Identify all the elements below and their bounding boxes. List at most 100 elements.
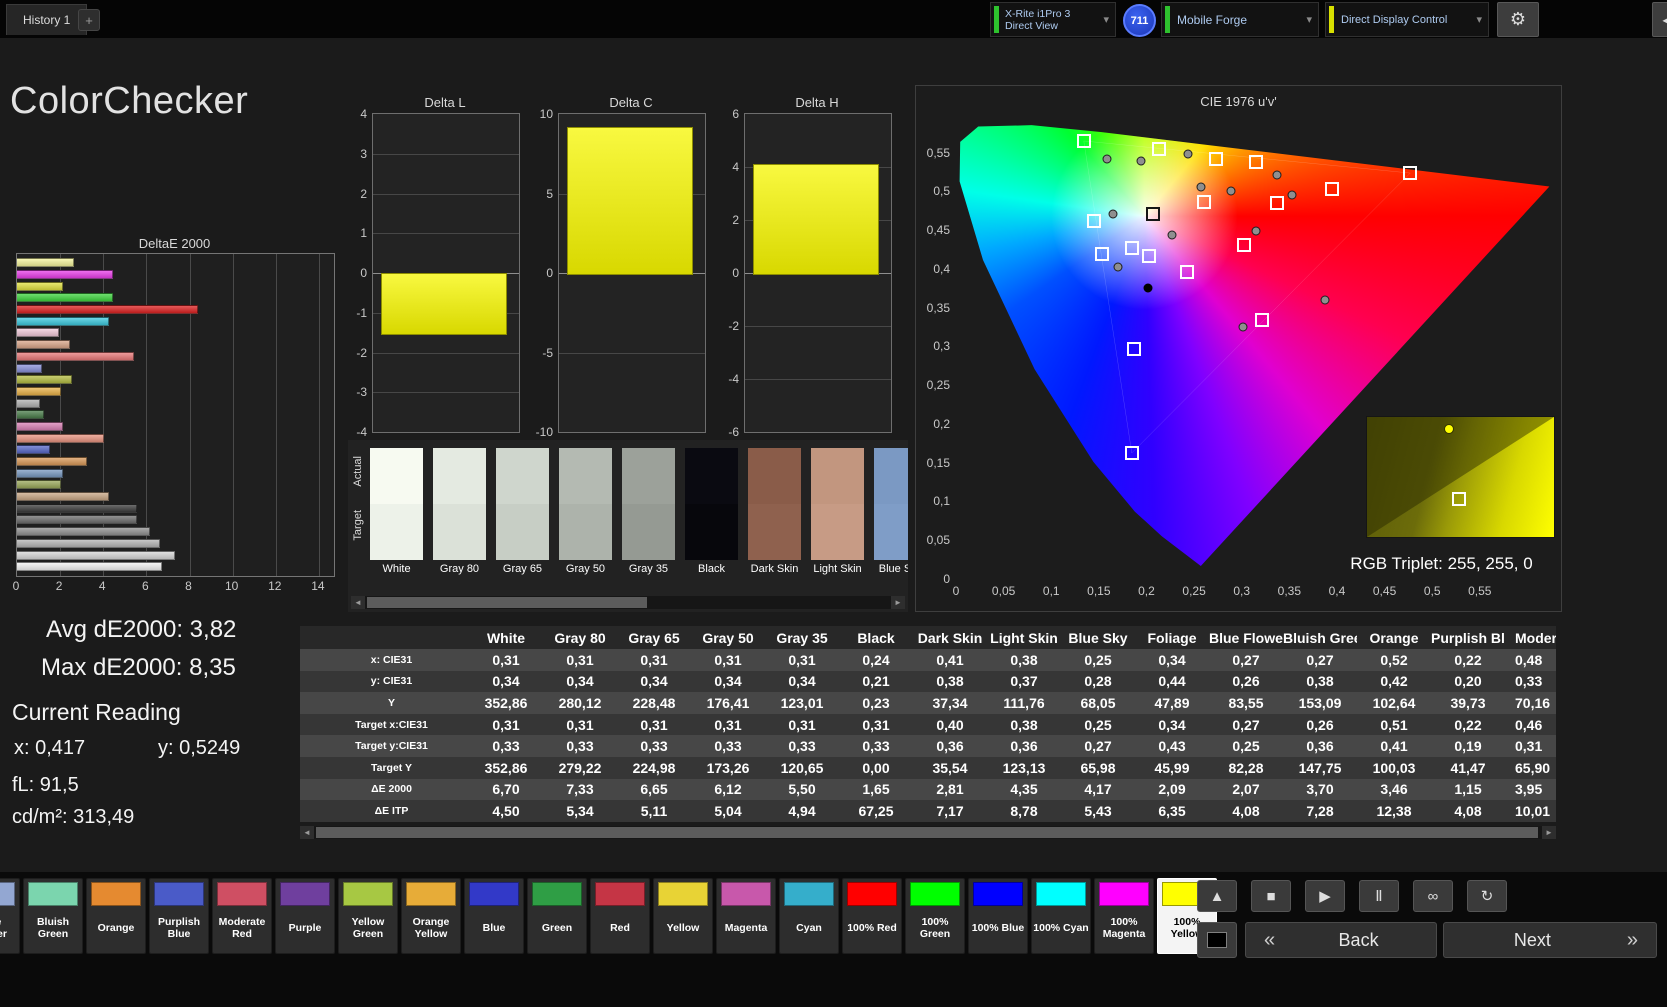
color-tile-purplish-blue[interactable]: Purplish Blue [149,878,209,954]
tile-label: Moderate Red [214,906,270,950]
color-tile-moderate-red[interactable]: Moderate Red [212,878,272,954]
settings-gear-button[interactable]: ⚙ [1497,2,1539,37]
deltae-bar-row [17,432,334,444]
color-tile-100-red[interactable]: 100% Red [842,878,902,954]
continuous-measure-button[interactable]: ∞ [1413,880,1453,912]
deltae-bar [17,399,40,408]
tile-label: 100% Magenta [1096,906,1152,950]
delta-bar [567,127,693,275]
table-column-header: Blue Sky [1061,630,1135,646]
table-cell: 8,78 [987,803,1061,819]
source-selector[interactable]: Mobile Forge ▾ [1161,2,1319,37]
color-patch: Black [685,448,738,575]
history-tab[interactable]: History 1 [6,4,87,35]
table-cell: 352,86 [469,760,543,776]
tile-swatch [847,882,897,906]
meter-mode: Direct View [1005,20,1095,32]
deltae-bars [17,254,334,576]
display-control-label: Direct Display Control [1341,14,1468,26]
deltae-bar-row [17,397,334,409]
table-cell: 1,65 [839,781,913,797]
cie-target-square [1197,195,1211,209]
add-tab-button[interactable]: + [78,9,100,31]
tile-label: 100% Red [847,906,897,950]
meter-selector[interactable]: X-Rite i1Pro 3 Direct View ▾ [990,2,1116,37]
table-cell: 0,31 [543,717,617,733]
patch-strip-scrollbar[interactable]: ◄ ► [351,596,905,609]
color-tile-100-magenta[interactable]: 100% Magenta [1094,878,1154,954]
cie-measure-dot [1273,170,1282,179]
color-tile-green[interactable]: Green [527,878,587,954]
color-tile-blue[interactable]: Blue [464,878,524,954]
scroll-right-icon[interactable]: ► [891,596,905,609]
color-tile-100-cyan[interactable]: 100% Cyan [1031,878,1091,954]
pause-button[interactable]: Ⅱ [1359,880,1399,912]
deltae-bar [17,527,150,536]
scroll-right-icon[interactable]: ► [1542,826,1556,839]
color-tile-cyan[interactable]: Cyan [779,878,839,954]
table-header-row: WhiteGray 80Gray 65Gray 50Gray 35BlackDa… [300,626,1556,649]
table-cell: 0,27 [1209,717,1283,733]
repeat-button[interactable]: ↻ [1467,880,1507,912]
table-cell: 0,31 [839,717,913,733]
table-cell: 0,37 [987,673,1061,689]
tile-label: 100% Blue [972,906,1025,950]
delta-h-chart: 6420-2-4-6 [744,113,892,433]
color-tile-purple[interactable]: Purple [275,878,335,954]
delta-bar [381,273,507,335]
tile-label: Orange Yellow [403,906,459,950]
luminance-badge[interactable]: 711 [1123,4,1156,37]
stop-button[interactable]: ■ [1251,880,1291,912]
display-preview-button[interactable] [1197,922,1237,958]
source-status-indicator [1165,6,1170,33]
cie-target-square [1087,214,1101,228]
color-tile-orange-yellow[interactable]: Orange Yellow [401,878,461,954]
color-patch: Gray 50 [559,448,612,575]
tile-swatch [28,882,78,906]
tile-swatch [343,882,393,906]
axis-tick-label: -6 [711,425,739,439]
table-cell: 10,01 [1505,803,1556,819]
table-row: ΔE 20006,707,336,656,125,501,652,814,354… [300,779,1556,801]
tile-label: Purplish Blue [151,906,207,950]
scrollbar-thumb[interactable] [367,597,647,608]
axis-tick-label: 12 [268,579,281,593]
table-cell: 68,05 [1061,695,1135,711]
back-button[interactable]: « Back [1245,922,1437,958]
axis-tick-label: 2 [711,213,739,227]
table-cell: 0,34 [617,673,691,689]
color-tile-bluish-green[interactable]: Bluish Green [23,878,83,954]
colorchecker-table: WhiteGray 80Gray 65Gray 50Gray 35BlackDa… [300,626,1556,822]
table-scrollbar[interactable]: ◄ ► [300,826,1556,839]
gridline [373,353,519,354]
gridline [745,326,891,327]
table-cell: 4,08 [1209,803,1283,819]
scrollbar-thumb[interactable] [316,827,1538,838]
display-control-selector[interactable]: Direct Display Control ▾ [1325,2,1489,37]
next-button[interactable]: Next » [1443,922,1657,958]
color-tile-yellow[interactable]: Yellow [653,878,713,954]
color-tile-100-blue[interactable]: 100% Blue [968,878,1028,954]
color-tile-red[interactable]: Red [590,878,650,954]
meter-status-indicator [994,6,999,33]
deltae-bar [17,504,137,513]
axis-tick-label: 5 [525,187,553,201]
chevron-up-button[interactable]: ▲ [1197,880,1237,912]
table-cell: 0,22 [1431,652,1505,668]
table-cell: 352,86 [469,695,543,711]
scroll-left-icon[interactable]: ◄ [300,826,314,839]
cie-measure-dot [1109,209,1118,218]
table-cell: 0,33 [839,738,913,754]
color-tile-yellow-green[interactable]: Yellow Green [338,878,398,954]
color-tile-100-green[interactable]: 100% Green [905,878,965,954]
cie-measure-dot [1144,283,1153,292]
scroll-left-icon[interactable]: ◄ [351,596,365,609]
collapse-panel-button[interactable]: ◀ [1652,2,1667,37]
deltae-bar [17,364,42,373]
axis-tick-label: 0,45 [912,223,950,237]
color-tile-orange[interactable]: Orange [86,878,146,954]
play-button[interactable]: ▶ [1305,880,1345,912]
tile-label: Magenta [725,906,768,950]
color-tile-blue-flower[interactable]: Blue Flower [0,878,20,954]
color-tile-magenta[interactable]: Magenta [716,878,776,954]
